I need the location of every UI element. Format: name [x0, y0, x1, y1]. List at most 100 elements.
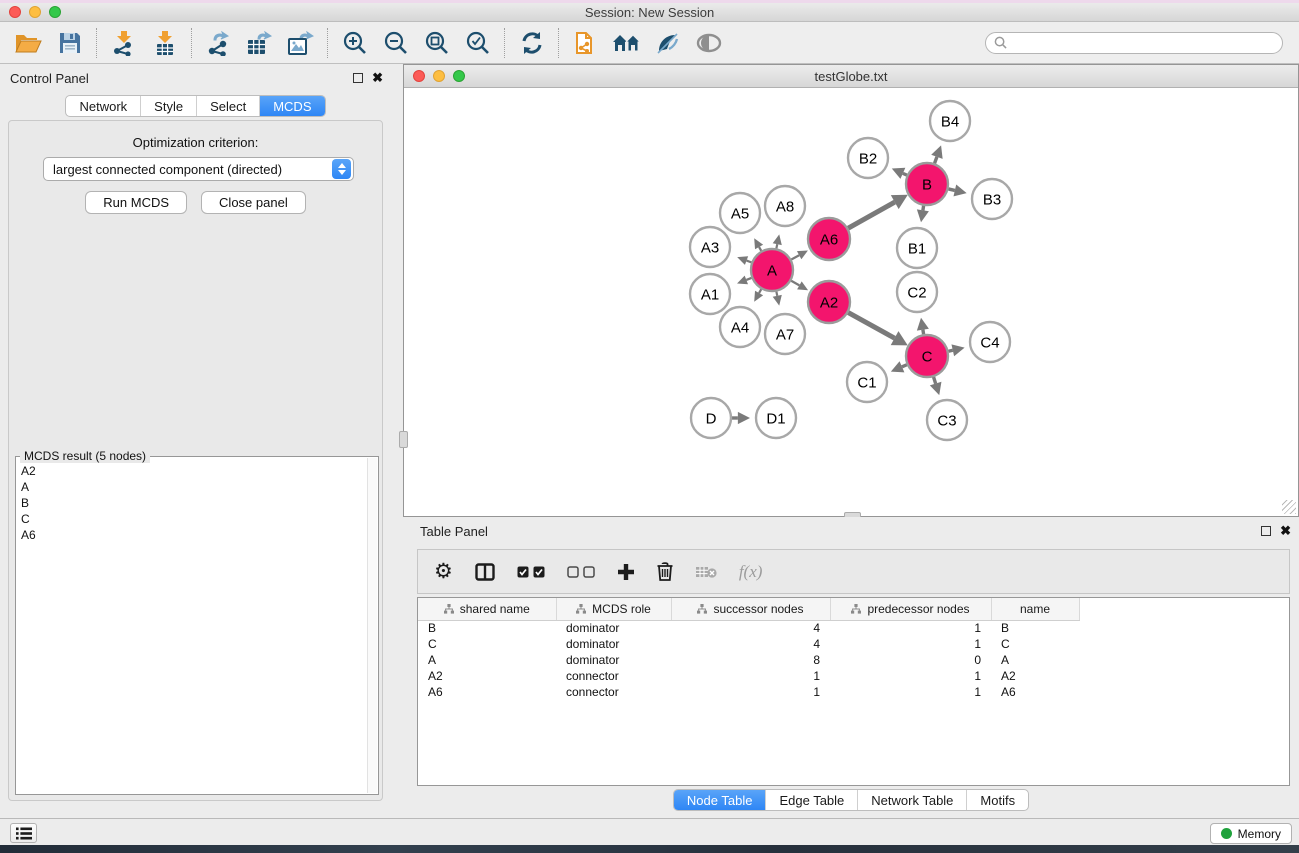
graph-node-A1[interactable]: A1	[690, 274, 730, 314]
tab-edge-table[interactable]: Edge Table	[765, 790, 857, 810]
graph-edge-C-C4[interactable]	[948, 350, 952, 351]
optimization-criterion-dropdown[interactable]: largest connected component (directed)	[43, 157, 354, 181]
tab-network-table[interactable]: Network Table	[857, 790, 966, 810]
table-row[interactable]: Cdominator41C	[418, 636, 1079, 652]
graph-edge-B-B2[interactable]	[903, 173, 907, 175]
export-network-button[interactable]	[198, 27, 239, 59]
function-builder-button[interactable]: f(x)	[739, 562, 763, 582]
zoom-out-button[interactable]	[375, 27, 416, 59]
import-network-button[interactable]	[103, 27, 144, 59]
select-all-button[interactable]	[517, 566, 545, 578]
memory-button[interactable]: Memory	[1210, 823, 1292, 844]
tab-mcds[interactable]: MCDS	[259, 96, 324, 116]
add-row-button[interactable]	[617, 563, 635, 581]
delete-row-button[interactable]	[657, 562, 673, 581]
column-header-MCDS-role[interactable]: MCDS role	[556, 598, 671, 620]
graph-node-C3[interactable]: C3	[927, 400, 967, 440]
tab-select[interactable]: Select	[196, 96, 259, 116]
tab-node-table[interactable]: Node Table	[674, 790, 766, 810]
graph-edge-A-A7[interactable]	[776, 292, 777, 296]
column-header-successor-nodes[interactable]: successor nodes	[671, 598, 830, 620]
search-field[interactable]	[985, 32, 1283, 54]
save-session-button[interactable]	[49, 27, 90, 59]
result-scrollbar[interactable]	[367, 458, 377, 793]
graph-node-C4[interactable]: C4	[970, 322, 1010, 362]
column-header-name[interactable]: name	[991, 598, 1079, 620]
table-row[interactable]: A6connector11A6	[418, 684, 1079, 700]
zoom-selected-button[interactable]	[457, 27, 498, 59]
result-list-item[interactable]: A6	[19, 527, 366, 543]
graph-node-C2[interactable]: C2	[897, 272, 937, 312]
zoom-in-button[interactable]	[334, 27, 375, 59]
tab-motifs[interactable]: Motifs	[966, 790, 1028, 810]
float-panel-icon[interactable]	[353, 73, 363, 83]
export-table-button[interactable]	[239, 27, 280, 59]
table-row[interactable]: Adominator80A	[418, 652, 1079, 668]
graph-edge-A-A8[interactable]	[776, 244, 777, 248]
open-session-button[interactable]	[8, 27, 49, 59]
graph-edge-A-A6[interactable]	[791, 255, 799, 259]
clone-network-button[interactable]	[565, 27, 606, 59]
resize-grip-icon[interactable]	[1282, 500, 1296, 514]
graph-edge-A-A1[interactable]	[746, 278, 751, 280]
show-hide-button[interactable]	[688, 27, 729, 59]
tab-network[interactable]: Network	[66, 96, 140, 116]
close-panel-icon[interactable]: ✖	[1280, 526, 1291, 536]
search-input[interactable]	[1012, 36, 1274, 50]
graph-edge-A6-B[interactable]	[848, 202, 895, 228]
result-list-item[interactable]: B	[19, 495, 366, 511]
graph-node-B2[interactable]: B2	[848, 138, 888, 178]
result-list-item[interactable]: A	[19, 479, 366, 495]
graph-node-B[interactable]: B	[906, 163, 948, 205]
annotation-button[interactable]	[647, 27, 688, 59]
graph-node-B4[interactable]: B4	[930, 101, 970, 141]
export-image-button[interactable]	[280, 27, 321, 59]
graph-edge-B-B4[interactable]	[935, 157, 937, 164]
graph-edge-A-A4[interactable]	[759, 289, 761, 293]
deselect-all-button[interactable]	[567, 566, 595, 578]
refresh-button[interactable]	[511, 27, 552, 59]
close-panel-button[interactable]: Close panel	[201, 191, 306, 214]
graph-node-D1[interactable]: D1	[756, 398, 796, 438]
graph-node-A8[interactable]: A8	[765, 186, 805, 226]
graph-node-A2[interactable]: A2	[808, 281, 850, 323]
graph-edge-A-A5[interactable]	[759, 247, 761, 251]
import-table-button[interactable]	[144, 27, 185, 59]
column-header-predecessor-nodes[interactable]: predecessor nodes	[830, 598, 991, 620]
graph-node-B1[interactable]: B1	[897, 228, 937, 268]
graph-edge-A-A2[interactable]	[791, 281, 799, 286]
graph-node-A[interactable]: A	[751, 249, 793, 291]
graph-node-C1[interactable]: C1	[847, 362, 887, 402]
tab-style[interactable]: Style	[140, 96, 196, 116]
close-panel-icon[interactable]: ✖	[372, 73, 383, 83]
graph-edge-B-B1[interactable]	[923, 206, 924, 211]
table-row[interactable]: A2connector11A2	[418, 668, 1079, 684]
graph-node-A7[interactable]: A7	[765, 314, 805, 354]
column-header-shared-name[interactable]: shared name	[418, 598, 556, 620]
graph-node-A3[interactable]: A3	[690, 227, 730, 267]
zoom-fit-button[interactable]	[416, 27, 457, 59]
graph-node-B3[interactable]: B3	[972, 179, 1012, 219]
run-mcds-button[interactable]: Run MCDS	[85, 191, 187, 214]
graph-edge-A-A3[interactable]	[747, 261, 752, 263]
result-list-item[interactable]: A2	[19, 463, 366, 479]
graph-node-A4[interactable]: A4	[720, 307, 760, 347]
graph-node-C[interactable]: C	[906, 335, 948, 377]
graph-node-D[interactable]: D	[691, 398, 731, 438]
float-panel-icon[interactable]	[1261, 526, 1271, 536]
graph-edge-C-C3[interactable]	[934, 377, 936, 384]
graph-edge-A2-C[interactable]	[848, 313, 894, 339]
show-columns-button[interactable]	[475, 563, 495, 581]
graph-edge-C-C1[interactable]	[902, 365, 907, 367]
task-history-button[interactable]	[10, 823, 37, 843]
table-settings-button[interactable]: ⚙	[434, 561, 453, 582]
graph-node-A6[interactable]: A6	[808, 218, 850, 260]
home-layout-button[interactable]	[606, 27, 647, 59]
splitter-handle-left[interactable]	[399, 431, 408, 448]
delete-table-button[interactable]	[695, 565, 717, 579]
table-row[interactable]: Bdominator41B	[418, 620, 1079, 636]
network-canvas[interactable]: B4B2BB3B1C2A5A8A3AA1A4A7A6A2CC1C4C3DD1	[404, 88, 1298, 516]
graph-edge-C-C2[interactable]	[923, 330, 924, 335]
result-list-item[interactable]: C	[19, 511, 366, 527]
graph-edge-B-B3[interactable]	[948, 189, 954, 190]
